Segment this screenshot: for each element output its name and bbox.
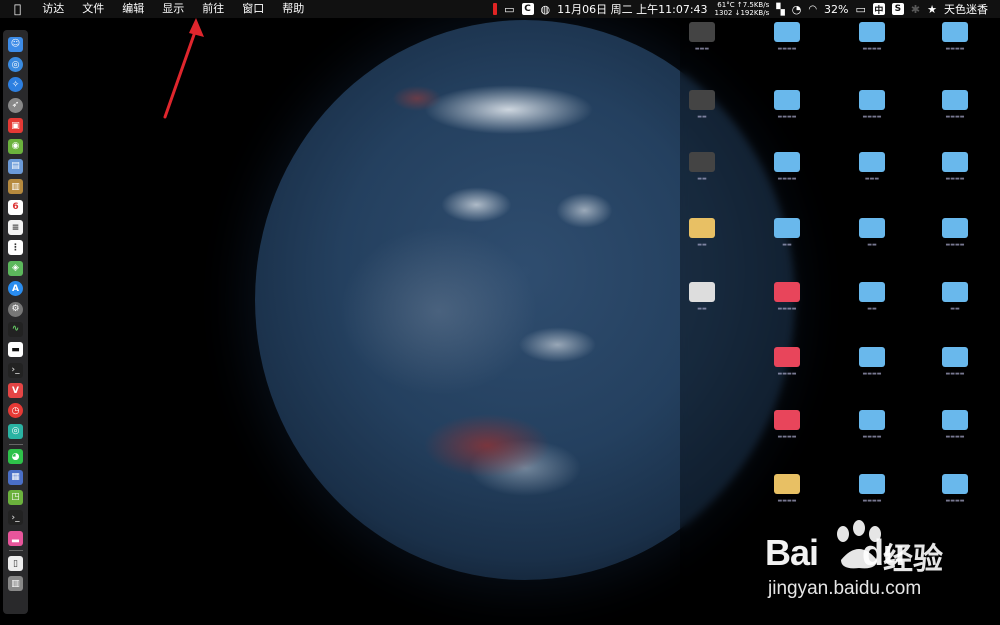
desktop-icon[interactable]: ▬▬ (750, 218, 824, 248)
menu-edit[interactable]: 编辑 (113, 0, 153, 18)
finder-icon[interactable]: ☺ (8, 36, 23, 52)
desktop-icon[interactable]: ▬▬▬▬ (750, 282, 824, 312)
android-studio-icon[interactable]: ◳ (8, 489, 23, 505)
desktop-icon[interactable]: ▬▬▬▬ (750, 90, 824, 120)
apple-menu-icon[interactable]:  (0, 0, 33, 18)
desktop-icon[interactable]: ▬▬▬▬ (918, 474, 992, 504)
dock-separator (8, 443, 23, 445)
watermark-url: jingyan.baidu.com (768, 578, 922, 599)
red-arrow-annotation (163, 18, 204, 119)
document-icon[interactable]: ▯ (8, 556, 23, 572)
user-name[interactable]: 天色迷香 (944, 1, 988, 17)
menu-bar:  访达 文件 编辑 显示 前往 窗口 帮助 ▭ C ◍ 11月06日 周二 上… (0, 0, 1000, 18)
battery-icon[interactable]: ▭ (856, 3, 866, 16)
app-red-icon[interactable]: ▣ (8, 118, 23, 134)
app-h-icon[interactable]: ▚ (776, 3, 784, 16)
globe-icon[interactable]: ◍ (541, 3, 551, 16)
notes-book-icon[interactable]: ▥ (8, 179, 23, 195)
fan-rpm: 1302 (714, 9, 733, 17)
baidu-watermark: Bai du 经验 jingyan.baidu.com (765, 520, 995, 625)
desktop-icon[interactable]: ▬▬ (665, 90, 739, 120)
desktop-icon[interactable]: ▬▬ (665, 152, 739, 182)
paw-icon (837, 520, 881, 569)
desktop-icon[interactable]: ▬▬▬ (665, 22, 739, 52)
battery-percent[interactable]: 32% (824, 3, 848, 16)
desktop-icon[interactable]: ▬▬▬▬ (835, 347, 909, 377)
clipboard-app-icon[interactable]: C (521, 3, 534, 15)
desktop-icon[interactable]: ▬▬▬▬ (918, 218, 992, 248)
screen-share-icon[interactable]: ▭ (504, 3, 514, 16)
desktop-icon[interactable]: ▬▬▬▬ (918, 22, 992, 52)
desktop-icon[interactable]: ▬▬ (665, 282, 739, 312)
trash-icon[interactable]: ▥ (8, 576, 23, 592)
launchpad-icon[interactable]: ◎ (8, 57, 23, 73)
desktop-icon[interactable]: ▬▬▬▬ (750, 22, 824, 52)
desktop-icon[interactable]: ▬▬▬▬ (918, 90, 992, 120)
desktop-icon[interactable]: ▬▬ (665, 218, 739, 248)
app-store-icon[interactable]: A (8, 281, 23, 297)
dock: ☺ ◎ ✧ ➶ ▣ ◉ ▤ ▥ 6 ≡ ⋮ ◈ A ⚙ ∿ ▬ ›_ V ◷ ◎… (3, 30, 28, 614)
input-method-icon[interactable]: 中 (872, 3, 885, 16)
vivaldi-icon[interactable]: V (8, 383, 23, 399)
desktop-icon[interactable]: ▬▬ (835, 218, 909, 248)
desktop-icon[interactable]: ▬▬▬▬ (918, 410, 992, 440)
desktop-icon[interactable]: ▬▬▬ (835, 152, 909, 182)
bluetooth-icon[interactable]: ✱ (911, 3, 920, 16)
menu-finder[interactable]: 访达 (33, 0, 73, 18)
terminal-2-icon[interactable]: ›_ (8, 510, 23, 526)
desktop-icon[interactable]: ▬▬ (918, 282, 992, 312)
app-teal-icon[interactable]: ◎ (8, 423, 23, 439)
desktop-icon[interactable]: ▬▬▬▬ (750, 410, 824, 440)
desktop-icon[interactable]: ▬▬▬▬ (750, 152, 824, 182)
watermark-cn: 经验 (883, 542, 943, 577)
system-monitor[interactable]: 61°C ↑7.5KB/s 1302 ↓192KB/s (715, 1, 770, 17)
star-icon[interactable]: ★ (927, 3, 937, 16)
desktop-icon[interactable]: ▬▬▬▬ (918, 347, 992, 377)
wechat-icon[interactable]: ◕ (8, 449, 23, 465)
desktop-icon[interactable]: ▬▬ (835, 282, 909, 312)
desktop-icon[interactable]: ▬▬▬▬ (750, 347, 824, 377)
desktop-icon[interactable]: ▬▬▬▬ (835, 474, 909, 504)
desktop-icon[interactable]: ▬▬▬▬ (835, 410, 909, 440)
desktop-icon[interactable]: ▬▬▬▬ (835, 90, 909, 120)
dock-separator (8, 550, 23, 552)
menu-file[interactable]: 文件 (73, 0, 113, 18)
preview-icon[interactable]: ▤ (8, 158, 23, 174)
cpu-temp: 61°C (717, 1, 735, 9)
android-icon[interactable]: ◉ (8, 138, 23, 154)
sync-icon[interactable]: ◔ (792, 3, 802, 16)
upload-speed: ↑7.5KB/s (736, 1, 770, 9)
desktop-icon[interactable]: ▬▬▬▬ (918, 152, 992, 182)
reminders-icon[interactable]: ⋮ (8, 240, 23, 256)
desktop-icon[interactable]: ▬▬▬▬ (835, 22, 909, 52)
console-icon[interactable]: ▬ (8, 342, 23, 358)
wifi-icon[interactable]: ◠ (808, 4, 817, 15)
rocket-icon[interactable]: ➶ (8, 97, 23, 113)
download-speed: ↓192KB/s (734, 9, 770, 17)
calendar-icon[interactable]: 6 (8, 199, 23, 215)
safari-icon[interactable]: ✧ (8, 77, 23, 93)
app-window-icon[interactable]: ▦ (8, 469, 23, 485)
sogou-icon[interactable]: S (891, 3, 904, 15)
menu-window[interactable]: 窗口 (233, 0, 273, 18)
menu-help[interactable]: 帮助 (273, 0, 313, 18)
recording-indicator-icon[interactable] (493, 3, 498, 15)
datetime-clock[interactable]: 11月06日 周二 上午11:07:43 (557, 1, 707, 17)
notes-icon[interactable]: ≡ (8, 220, 23, 236)
terminal-icon[interactable]: ›_ (8, 362, 23, 378)
status-area: ▭ C ◍ 11月06日 周二 上午11:07:43 61°C ↑7.5KB/s… (493, 0, 1000, 18)
app-pink-icon[interactable]: ▂ (8, 530, 23, 546)
activity-monitor-icon[interactable]: ∿ (8, 321, 23, 337)
netease-music-icon[interactable]: ◷ (8, 403, 23, 419)
system-preferences-icon[interactable]: ⚙ (8, 301, 23, 317)
desktop-icon[interactable]: ▬▬▬▬ (750, 474, 824, 504)
maps-icon[interactable]: ◈ (8, 260, 23, 276)
